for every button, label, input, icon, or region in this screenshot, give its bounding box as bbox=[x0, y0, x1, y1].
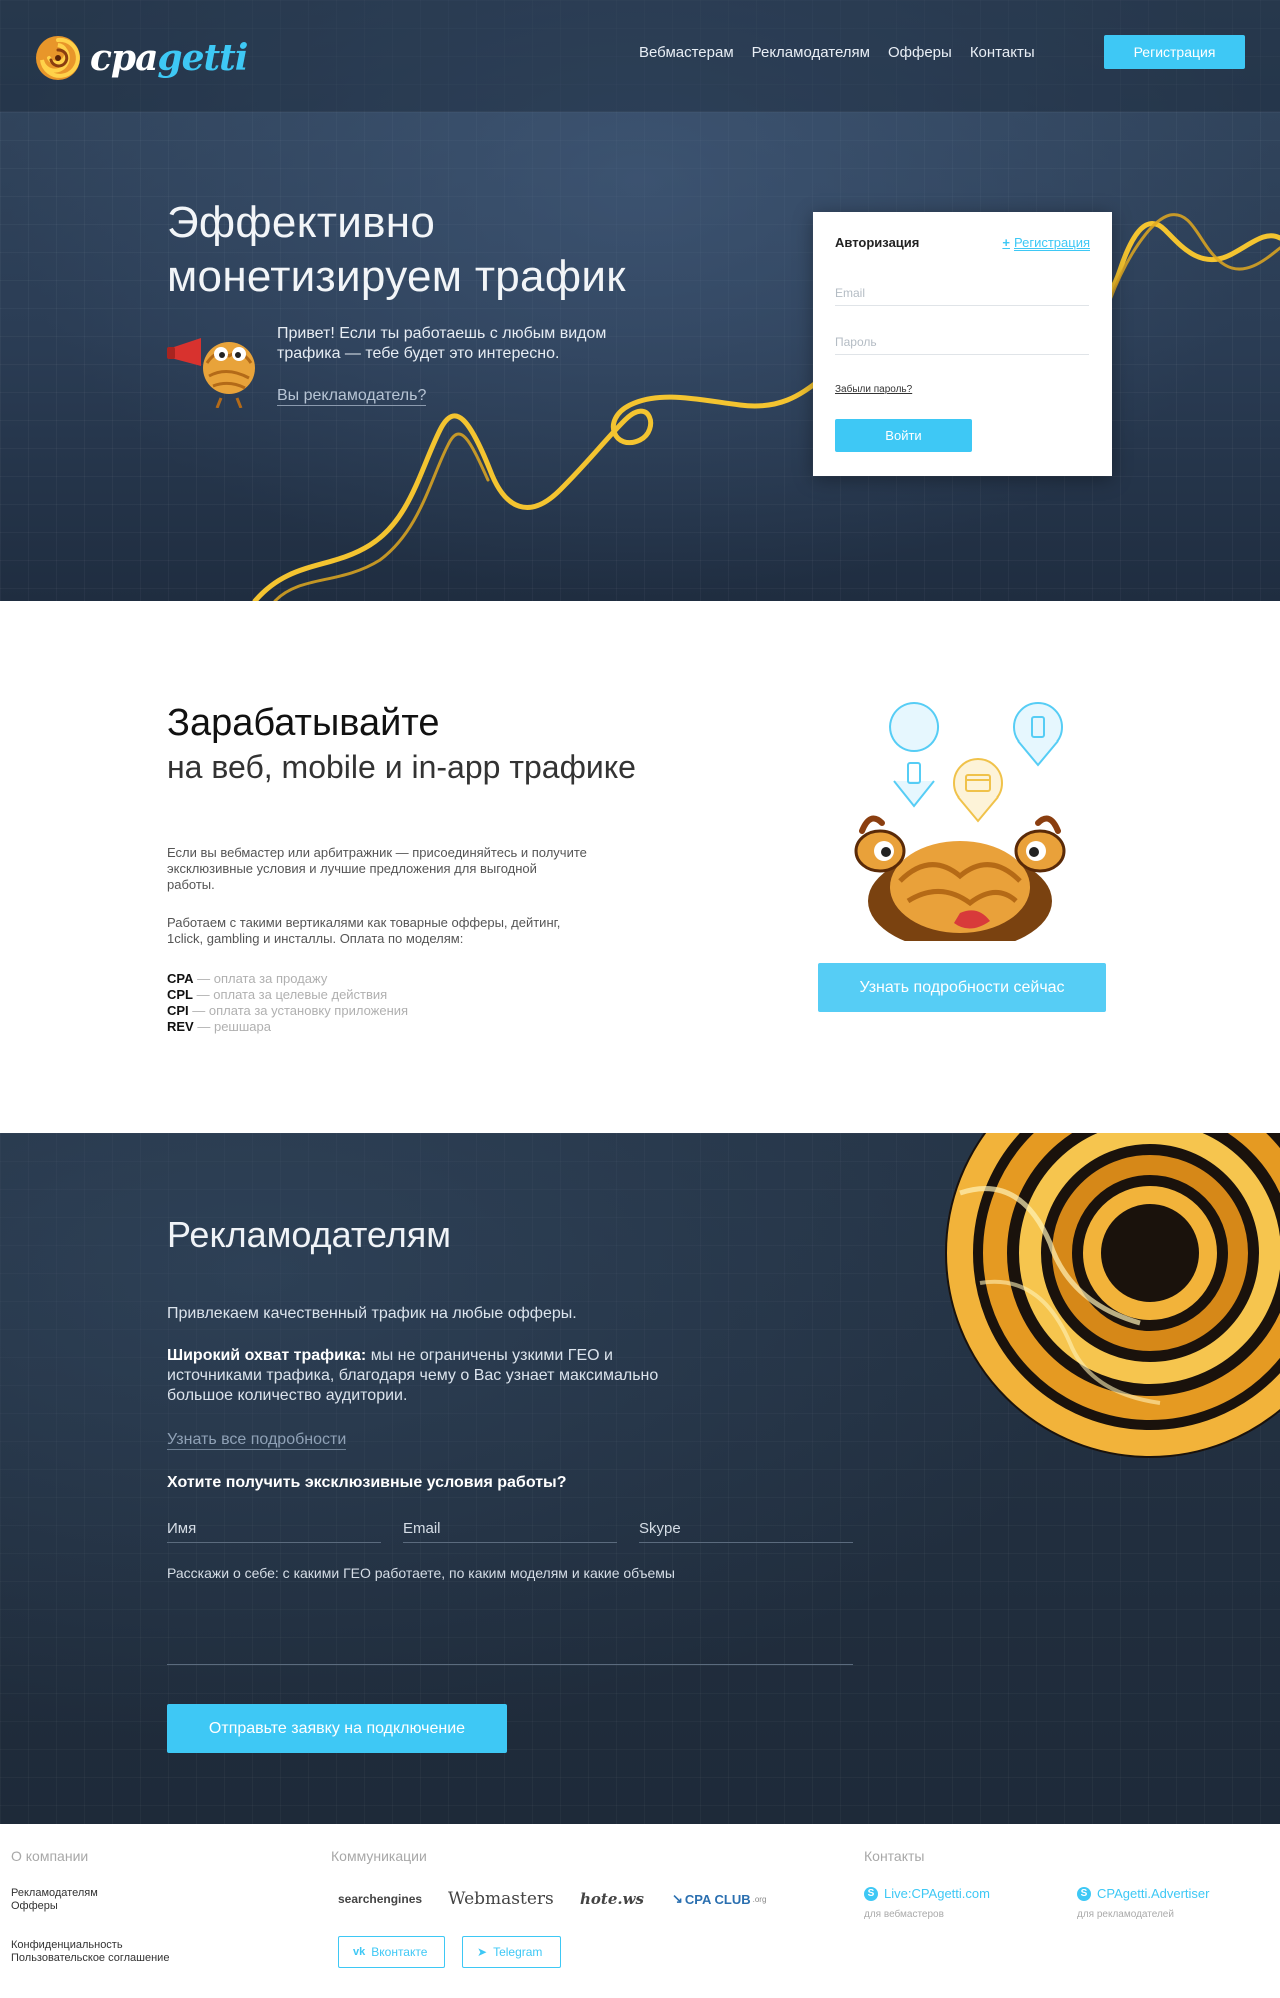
advertisers-paragraph-2: Широкий охват трафика: мы не ограничены … bbox=[167, 1346, 707, 1406]
auth-register-label: Регистрация bbox=[1014, 235, 1090, 251]
login-button[interactable]: Войти bbox=[835, 419, 972, 452]
telegram-icon: ➤ bbox=[477, 1945, 488, 1959]
advertiser-link[interactable]: Вы рекламодатель? bbox=[277, 387, 427, 406]
logo-text-cpa: cpa bbox=[90, 37, 158, 79]
footer: О компании Рекламодателям Офферы Конфиде… bbox=[0, 1824, 1280, 1998]
model-item: CPA — оплата за продажу bbox=[167, 971, 408, 987]
hero-intro-text: Привет! Если ты работаешь с любым видом … bbox=[277, 325, 607, 362]
mascot-juggling-illustration bbox=[854, 702, 1066, 941]
contact-value: Live:CPAgetti.com bbox=[884, 1886, 990, 1901]
model-item: CPI — оплата за установку приложения bbox=[167, 1003, 408, 1019]
auth-register-link[interactable]: + Регистрация bbox=[1002, 235, 1090, 251]
mascot-body bbox=[854, 815, 1066, 941]
footer-link-terms[interactable]: Пользовательское соглашение bbox=[11, 1952, 169, 1964]
vk-label: Вконтакте bbox=[371, 1945, 428, 1959]
logo-text: cpagetti bbox=[90, 37, 248, 79]
hero-title-line2: монетизируем трафик bbox=[167, 252, 626, 301]
browser-pin-icon bbox=[953, 758, 1003, 823]
email-field[interactable] bbox=[835, 280, 1089, 306]
partner-searchengines[interactable]: searchengines bbox=[338, 1886, 422, 1912]
coverage-bold: Широкий охват трафика: bbox=[167, 1347, 367, 1364]
phone-pin-icon bbox=[889, 702, 940, 808]
model-code: CPL bbox=[167, 987, 193, 1002]
top-bar: cpagetti Вебмастерам Рекламодателям Оффе… bbox=[0, 0, 1280, 112]
phone-pin-icon bbox=[1013, 702, 1063, 767]
all-details-link[interactable]: Узнать все подробности bbox=[167, 1431, 347, 1450]
earn-title: Зарабатывайте bbox=[167, 702, 440, 744]
auth-panel: Авторизация +Регистрация Забыли пароль? … bbox=[813, 212, 1112, 476]
nav-contacts[interactable]: Контакты bbox=[970, 44, 1035, 61]
skype-field[interactable] bbox=[639, 1515, 853, 1543]
learn-more-now-button[interactable]: Узнать подробности сейчас bbox=[818, 963, 1106, 1012]
partner-hotews[interactable]: hote.ws bbox=[580, 1886, 644, 1912]
name-field[interactable] bbox=[167, 1515, 381, 1543]
vk-icon: vk bbox=[353, 1946, 366, 1958]
register-button[interactable]: Регистрация bbox=[1104, 35, 1245, 69]
hero-title-line1: Эффективно bbox=[167, 198, 436, 247]
footer-link-privacy[interactable]: Конфиденциальность bbox=[11, 1939, 123, 1951]
model-item: REV — решшара bbox=[167, 1019, 408, 1035]
model-code: REV bbox=[167, 1019, 194, 1034]
logo[interactable]: cpagetti bbox=[34, 34, 248, 82]
earn-paragraph-2: Работаем с такими вертикалями как товарн… bbox=[167, 915, 561, 946]
swirl-logo-icon bbox=[36, 36, 80, 80]
partner-webmasters[interactable]: Webmasters bbox=[448, 1886, 554, 1912]
noodle-swirl-decoration bbox=[945, 1133, 1280, 1458]
forgot-password-link[interactable]: Забыли пароль? bbox=[835, 384, 912, 395]
email-field[interactable] bbox=[403, 1515, 617, 1543]
footer-about-title: О компании bbox=[11, 1848, 89, 1864]
footer-comm-title: Коммуникации bbox=[331, 1848, 427, 1864]
earn-section: Зарабатывайте на веб, mobile и in-app тр… bbox=[0, 601, 1280, 1133]
contact-note: для вебмастеров bbox=[864, 1909, 944, 1920]
model-item: CPL — оплата за целевые действия bbox=[167, 987, 408, 1003]
about-textarea[interactable] bbox=[167, 1565, 853, 1665]
advertisers-paragraph-1: Привлекаем качественный трафик на любые … bbox=[167, 1305, 577, 1322]
vk-button[interactable]: vk Вконтакте bbox=[338, 1936, 445, 1968]
nav-webmasters[interactable]: Вебмастерам bbox=[639, 44, 734, 61]
exclusive-question: Хотите получить эксклюзивные условия раб… bbox=[167, 1474, 567, 1491]
auth-title: Авторизация bbox=[835, 235, 920, 250]
skype-icon: S bbox=[1077, 1886, 1091, 1901]
earn-subtitle: на веб, mobile и in-app трафике bbox=[167, 749, 636, 785]
nav-advertisers[interactable]: Рекламодателям bbox=[752, 44, 870, 61]
cpaclub-name: CPA CLUB bbox=[684, 1891, 751, 1907]
skype-icon: S bbox=[864, 1886, 878, 1901]
footer-contacts-title: Контакты bbox=[864, 1848, 925, 1864]
submit-application-button[interactable]: Отправьте заявку на подключение bbox=[167, 1704, 507, 1753]
model-code: CPI bbox=[167, 1003, 189, 1018]
partner-cpaclub[interactable]: ↘ CPA CLUB .org bbox=[672, 1886, 766, 1912]
hero-section: cpagetti Вебмастерам Рекламодателям Оффе… bbox=[0, 0, 1280, 601]
contact-webmasters[interactable]: S Live:CPAgetti.com bbox=[864, 1886, 990, 1901]
payment-models-list: CPA — оплата за продажу CPL — оплата за … bbox=[167, 971, 408, 1035]
contact-value: CPAgetti.Advertiser bbox=[1097, 1886, 1210, 1901]
model-desc: — решшара bbox=[193, 1019, 271, 1034]
telegram-label: Telegram bbox=[493, 1945, 543, 1959]
model-desc: — оплата за продажу bbox=[193, 971, 328, 986]
logo-text-getti: getti bbox=[157, 37, 248, 79]
cpaclub-arrow-icon: ↘ bbox=[672, 1891, 683, 1906]
password-field[interactable] bbox=[835, 329, 1089, 355]
hero-title: Эффективно монетизируем трафик bbox=[167, 196, 626, 304]
mascot-megaphone-icon bbox=[167, 338, 255, 408]
main-nav: Вебмастерам Рекламодателям Офферы Контак… bbox=[639, 44, 1035, 61]
cpaclub-suffix: .org bbox=[752, 1894, 767, 1904]
telegram-button[interactable]: ➤ Telegram bbox=[462, 1936, 561, 1968]
model-desc: — оплата за целевые действия bbox=[193, 987, 388, 1002]
contact-advertisers[interactable]: S CPAgetti.Advertiser bbox=[1077, 1886, 1209, 1901]
contact-note: для рекламодателей bbox=[1077, 1909, 1174, 1920]
earn-paragraph-1: Если вы вебмастер или арбитражник — прис… bbox=[167, 845, 587, 892]
advertisers-section: Рекламодателям Привлекаем качественный т… bbox=[0, 1133, 1280, 1824]
footer-link-offers[interactable]: Офферы bbox=[11, 1900, 58, 1912]
advertisers-title: Рекламодателям bbox=[167, 1214, 452, 1255]
model-code: CPA bbox=[167, 971, 194, 986]
footer-link-advertisers[interactable]: Рекламодателям bbox=[11, 1887, 98, 1899]
nav-offers[interactable]: Офферы bbox=[888, 44, 952, 61]
plus-icon: + bbox=[1002, 235, 1010, 250]
model-desc: — оплата за установку приложения bbox=[188, 1003, 409, 1018]
